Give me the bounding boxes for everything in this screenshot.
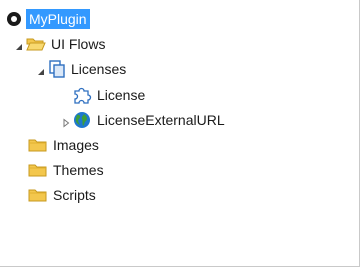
tree-node-label: Themes bbox=[53, 162, 104, 178]
project-tree-panel: MyPlugin UI Flows Licenses License Licen… bbox=[0, 0, 360, 267]
tree-node-license-external-url[interactable]: LicenseExternalURL bbox=[61, 109, 225, 131]
tree-node-label: LicenseExternalURL bbox=[97, 112, 225, 128]
flow-pages-icon bbox=[48, 60, 66, 78]
globe-icon bbox=[73, 111, 91, 129]
tree-node-label: License bbox=[97, 87, 146, 103]
tree-node-label: UI Flows bbox=[51, 36, 106, 52]
tree-node-label: MyPlugin bbox=[26, 9, 90, 29]
tree-node-ui-flows[interactable]: UI Flows bbox=[14, 33, 105, 55]
collapsed-arrow-icon[interactable] bbox=[61, 115, 71, 128]
tree-node-myplugin[interactable]: MyPlugin bbox=[6, 8, 90, 30]
tree-node-label: Images bbox=[53, 137, 99, 153]
expanded-arrow-icon[interactable] bbox=[36, 64, 46, 75]
tree-node-scripts[interactable]: Scripts bbox=[28, 184, 96, 206]
folder-icon bbox=[28, 137, 48, 153]
puzzle-piece-icon bbox=[73, 86, 93, 104]
folder-icon bbox=[28, 162, 48, 178]
tree-node-images[interactable]: Images bbox=[28, 134, 99, 156]
expanded-arrow-icon[interactable] bbox=[14, 39, 24, 50]
tree-node-themes[interactable]: Themes bbox=[28, 159, 104, 181]
plugin-root-icon bbox=[6, 11, 22, 27]
tree-node-label: Licenses bbox=[71, 61, 127, 77]
tree-node-license[interactable]: License bbox=[73, 84, 145, 106]
open-folder-icon bbox=[26, 36, 46, 52]
tree-node-licenses[interactable]: Licenses bbox=[36, 58, 126, 80]
tree-node-label: Scripts bbox=[53, 187, 96, 203]
folder-icon bbox=[28, 187, 48, 203]
